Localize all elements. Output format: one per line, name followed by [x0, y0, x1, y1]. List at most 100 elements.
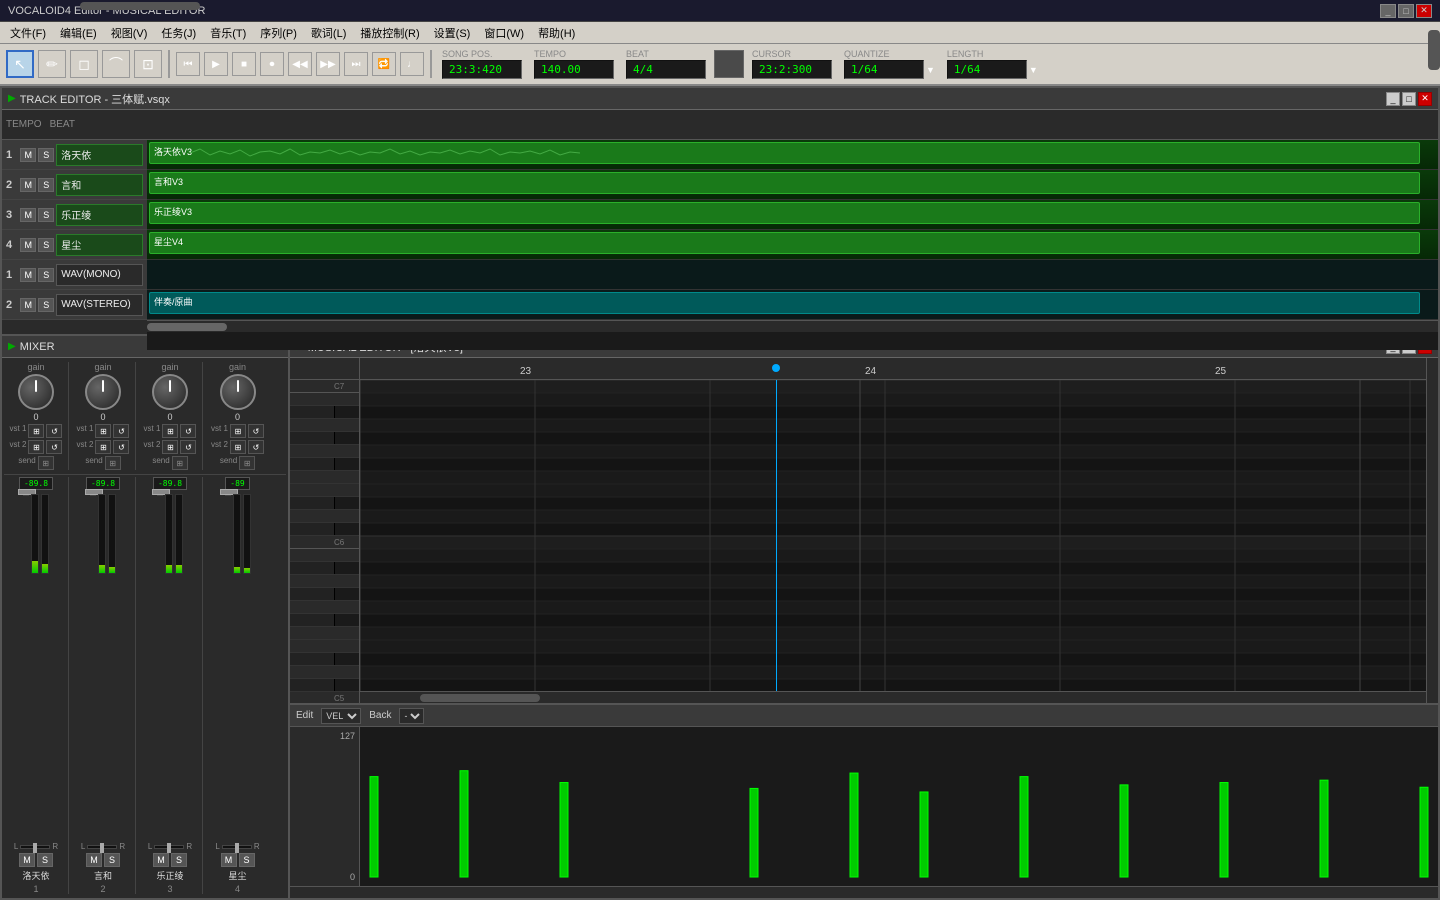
vst-btn-4a[interactable]: ⊞	[230, 424, 246, 438]
menu-music[interactable]: 音乐(T)	[204, 23, 252, 43]
send-btn-4[interactable]: ⊞	[239, 456, 255, 470]
piano-key-F5[interactable]	[290, 627, 359, 640]
track-s-w1[interactable]: S	[38, 268, 54, 282]
piano-key-G5[interactable]	[290, 601, 359, 614]
track-label-w1[interactable]: WAV(MONO)	[56, 264, 143, 286]
vel-type-select[interactable]: VEL	[321, 708, 361, 724]
piano-key-F6[interactable]	[290, 471, 359, 484]
vst-btn-2b[interactable]: ↺	[113, 424, 129, 438]
transport-record[interactable]: ⏺	[260, 52, 284, 76]
piano-key-B5[interactable]	[290, 549, 359, 562]
pan-slider-1[interactable]	[20, 845, 50, 849]
track-label-w2[interactable]: WAV(STEREO)	[56, 294, 143, 316]
piano-key-A5[interactable]	[290, 575, 359, 588]
track-m-4[interactable]: M	[20, 238, 36, 252]
tool-curve[interactable]: ⌒	[102, 50, 130, 78]
piano-key-A#5[interactable]	[290, 562, 359, 575]
me-scrollbar-v[interactable]	[1426, 358, 1438, 703]
tool-eraser[interactable]: ◻	[70, 50, 98, 78]
tool-pencil[interactable]: ✏	[38, 50, 66, 78]
vst-btn-3b[interactable]: ↺	[180, 424, 196, 438]
vst-btn-3c[interactable]: ⊞	[162, 440, 178, 454]
te-minimize[interactable]: _	[1386, 92, 1400, 106]
gain-knob-3[interactable]	[152, 374, 188, 410]
fader-1[interactable]	[23, 494, 29, 496]
transport-fast-forward[interactable]: ▶▶	[316, 52, 340, 76]
piano-key-F#5[interactable]	[290, 614, 359, 627]
piano-key-E5[interactable]	[290, 640, 359, 653]
vst-btn-1d[interactable]: ↺	[46, 440, 62, 454]
track-label-3[interactable]: 乐正绫	[56, 204, 143, 226]
tool-select[interactable]: ⊡	[134, 50, 162, 78]
vel-scrollbar-h[interactable]	[290, 886, 1438, 898]
ch-m-3[interactable]: M	[153, 853, 169, 867]
vst-btn-1c[interactable]: ⊞	[28, 440, 44, 454]
track-m-w1[interactable]: M	[20, 268, 36, 282]
menu-window[interactable]: 窗口(W)	[478, 23, 530, 43]
pan-slider-4[interactable]	[222, 845, 252, 849]
vst-btn-2a[interactable]: ⊞	[95, 424, 111, 438]
vst-btn-2d[interactable]: ↺	[113, 440, 129, 454]
te-maximize[interactable]: □	[1402, 92, 1416, 106]
track-block-3[interactable]: 乐正绫V3	[149, 202, 1420, 224]
track-s-2[interactable]: S	[38, 178, 54, 192]
piano-key-C7[interactable]: C7	[290, 380, 359, 393]
track-s-w2[interactable]: S	[38, 298, 54, 312]
vst-btn-1a[interactable]: ⊞	[28, 424, 44, 438]
maximize-button[interactable]: □	[1398, 4, 1414, 18]
track-block-4[interactable]: 星尘V4	[149, 232, 1420, 254]
menu-file[interactable]: 文件(F)	[4, 23, 52, 43]
piano-key-A#6[interactable]	[290, 406, 359, 419]
track-block-1[interactable]: 洛天依V3	[149, 142, 1420, 164]
vst-btn-1b[interactable]: ↺	[46, 424, 62, 438]
piano-key-G#5[interactable]	[290, 588, 359, 601]
fader-4[interactable]	[225, 494, 231, 496]
piano-key-D#5[interactable]	[290, 653, 359, 666]
gain-knob-4[interactable]	[220, 374, 256, 410]
track-s-3[interactable]: S	[38, 208, 54, 222]
ch-s-4[interactable]: S	[239, 853, 255, 867]
vst-btn-3a[interactable]: ⊞	[162, 424, 178, 438]
vst-btn-2c[interactable]: ⊞	[95, 440, 111, 454]
transport-stop[interactable]: ■	[232, 52, 256, 76]
me-scrollbar-h[interactable]	[360, 691, 1426, 703]
menu-edit[interactable]: 编辑(E)	[54, 23, 103, 43]
transport-play[interactable]: ▶	[204, 52, 228, 76]
piano-key-C5[interactable]: C5	[290, 692, 359, 703]
gain-knob-1[interactable]	[18, 374, 54, 410]
send-btn-1[interactable]: ⊞	[38, 456, 54, 470]
fader-3[interactable]	[157, 494, 163, 496]
send-btn-2[interactable]: ⊞	[105, 456, 121, 470]
send-btn-3[interactable]: ⊞	[172, 456, 188, 470]
track-label-1[interactable]: 洛天依	[56, 144, 143, 166]
fader-2[interactable]	[90, 494, 96, 496]
menu-lyrics[interactable]: 歌词(L)	[305, 23, 352, 43]
menu-seq[interactable]: 序列(P)	[254, 23, 303, 43]
piano-key-E6[interactable]	[290, 484, 359, 497]
close-button[interactable]: ✕	[1416, 4, 1432, 18]
piano-key-G#6[interactable]	[290, 432, 359, 445]
ch-s-3[interactable]: S	[171, 853, 187, 867]
piano-key-B6[interactable]	[290, 393, 359, 406]
vst-btn-4d[interactable]: ↺	[248, 440, 264, 454]
vst-btn-3d[interactable]: ↺	[180, 440, 196, 454]
piano-key-A6[interactable]	[290, 419, 359, 432]
track-s-1[interactable]: S	[38, 148, 54, 162]
piano-key-C#5[interactable]	[290, 679, 359, 692]
ch-m-2[interactable]: M	[86, 853, 102, 867]
ch-s-2[interactable]: S	[104, 853, 120, 867]
menu-playback[interactable]: 播放控制(R)	[354, 23, 425, 43]
menu-view[interactable]: 视图(V)	[105, 23, 154, 43]
track-label-4[interactable]: 星尘	[56, 234, 143, 256]
track-s-4[interactable]: S	[38, 238, 54, 252]
vst-btn-4b[interactable]: ↺	[248, 424, 264, 438]
piano-key-C#6[interactable]	[290, 523, 359, 536]
track-label-2[interactable]: 言和	[56, 174, 143, 196]
track-m-w2[interactable]: M	[20, 298, 36, 312]
ch-m-4[interactable]: M	[221, 853, 237, 867]
minimize-button[interactable]: _	[1380, 4, 1396, 18]
track-block-2[interactable]: 言和V3	[149, 172, 1420, 194]
piano-key-D6[interactable]	[290, 510, 359, 523]
ch-s-1[interactable]: S	[37, 853, 53, 867]
transport-rewind-start[interactable]: ⏮	[176, 52, 200, 76]
